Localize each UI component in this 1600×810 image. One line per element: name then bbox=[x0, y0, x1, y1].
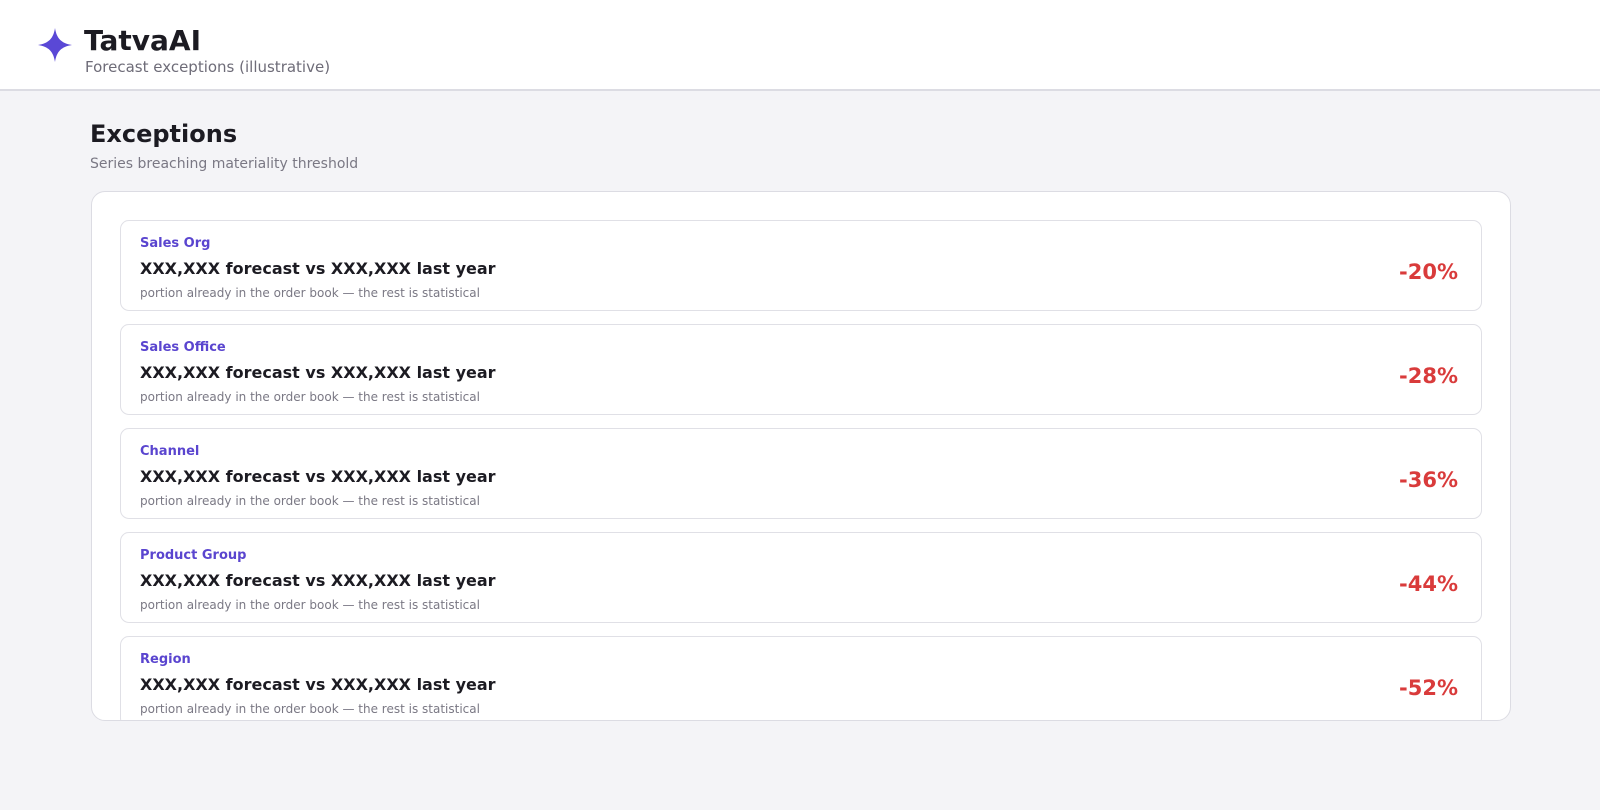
brand-subtitle: Forecast exceptions (illustrative) bbox=[85, 58, 331, 76]
exception-category: Channel bbox=[140, 444, 200, 459]
exception-category: Region bbox=[140, 652, 191, 667]
brand-name: TatvaAI bbox=[84, 24, 202, 57]
exception-note: portion already in the order book — the … bbox=[140, 702, 480, 716]
exception-card[interactable]: Sales Office XXX,XXX forecast vs XXX,XXX… bbox=[120, 324, 1482, 415]
exception-change: -28% bbox=[1399, 364, 1458, 388]
exception-title: XXX,XXX forecast vs XXX,XXX last year bbox=[140, 259, 496, 278]
exception-note: portion already in the order book — the … bbox=[140, 598, 480, 612]
exception-note: portion already in the order book — the … bbox=[140, 286, 480, 300]
exceptions-panel[interactable]: Sales Org XXX,XXX forecast vs XXX,XXX la… bbox=[91, 191, 1511, 721]
exception-note: portion already in the order book — the … bbox=[140, 494, 480, 508]
exception-title: XXX,XXX forecast vs XXX,XXX last year bbox=[140, 571, 496, 590]
exception-card[interactable]: Sales Org XXX,XXX forecast vs XXX,XXX la… bbox=[120, 220, 1482, 311]
exception-card[interactable]: Product Group XXX,XXX forecast vs XXX,XX… bbox=[120, 532, 1482, 623]
four-point-star-icon bbox=[38, 28, 72, 62]
page-subtitle: Series breaching materiality threshold bbox=[90, 156, 359, 172]
exception-category: Sales Org bbox=[140, 236, 211, 251]
exceptions-list: Sales Org XXX,XXX forecast vs XXX,XXX la… bbox=[120, 220, 1482, 720]
exception-title: XXX,XXX forecast vs XXX,XXX last year bbox=[140, 363, 496, 382]
exception-title: XXX,XXX forecast vs XXX,XXX last year bbox=[140, 675, 496, 694]
exception-change: -36% bbox=[1399, 468, 1458, 492]
app-header: TatvaAI Forecast exceptions (illustrativ… bbox=[0, 0, 1600, 91]
exception-card[interactable]: Region XXX,XXX forecast vs XXX,XXX last … bbox=[120, 636, 1482, 720]
page-title: Exceptions bbox=[90, 120, 238, 148]
exception-change: -20% bbox=[1399, 260, 1458, 284]
exception-title: XXX,XXX forecast vs XXX,XXX last year bbox=[140, 467, 496, 486]
exception-change: -44% bbox=[1399, 572, 1458, 596]
exception-category: Sales Office bbox=[140, 340, 226, 355]
exception-card[interactable]: Channel XXX,XXX forecast vs XXX,XXX last… bbox=[120, 428, 1482, 519]
exception-note: portion already in the order book — the … bbox=[140, 390, 480, 404]
exception-change: -52% bbox=[1399, 676, 1458, 700]
exception-category: Product Group bbox=[140, 548, 247, 563]
